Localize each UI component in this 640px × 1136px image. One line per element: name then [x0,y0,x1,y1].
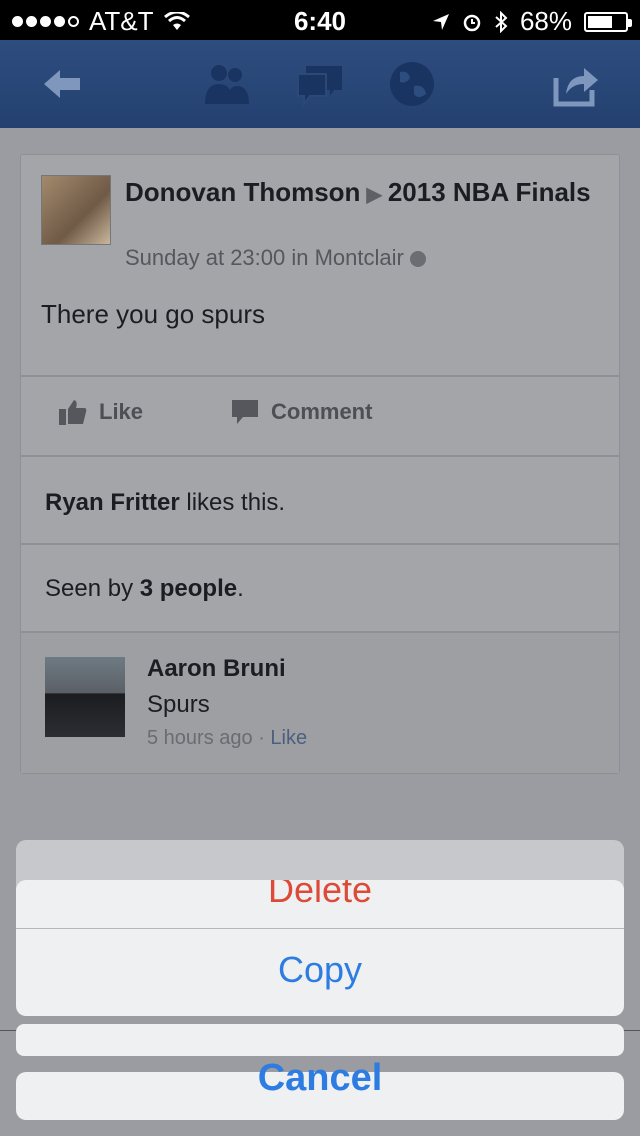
divider [21,455,619,457]
comment-label: Comment [271,399,373,424]
delete-button[interactable]: Delete [16,880,624,928]
nav-bar [0,40,640,128]
comment-meta-separator: · [252,727,271,749]
comment-meta: 5 hours ago · Like [147,727,307,750]
friends-icon[interactable] [202,60,250,108]
copy-button[interactable]: Copy [16,936,624,1004]
author-name[interactable]: Donovan Thomson [125,177,360,207]
divider [21,543,619,545]
alarm-icon [463,14,481,31]
seen-prefix: Seen by [45,575,140,602]
location-icon [432,13,449,30]
share-icon[interactable] [552,60,600,108]
like-button[interactable]: Like [59,399,143,425]
divider [21,375,619,377]
comment-text: Spurs [147,691,210,718]
likes-summary: Ryan Fritter likes this. [45,489,285,517]
author-avatar[interactable] [41,175,111,245]
battery-percent: 68% [519,6,572,36]
post-text: There you go spurs [41,299,266,329]
globe-icon[interactable] [388,60,436,108]
comment-button[interactable]: Comment [231,399,372,425]
like-label: Like [99,399,144,424]
bluetooth-icon [495,10,508,33]
comment-like-link[interactable]: Like [270,727,307,749]
likes-suffix: likes this. [179,489,286,516]
post-target[interactable]: 2013 NBA Finals [388,177,591,207]
post-meta: Sunday at 23:00 in Montclair [125,245,426,271]
post-meta-text: Sunday at 23:00 in Montclair [125,245,404,270]
comment-bubble-icon [232,400,258,424]
comment-time: 5 hours ago [147,727,253,749]
liker-name[interactable]: Ryan Fritter [45,489,180,516]
sheet-separator [16,928,624,929]
post-header: Donovan Thomson ▶ 2013 NBA Finals [125,175,595,212]
cancel-button[interactable]: Cancel [16,1048,624,1108]
arrow-right-icon: ▶ [366,184,382,206]
commenter-name[interactable]: Aaron Bruni [147,655,286,683]
seen-suffix: . [237,575,244,602]
seen-by: Seen by 3 people. [45,575,244,603]
seen-count[interactable]: 3 people [140,575,237,602]
privacy-globe-icon [409,251,426,268]
battery-icon [584,11,632,32]
status-bar: AT&T 6:40 68% [0,0,640,40]
action-sheet: Delete Copy [16,880,624,1016]
back-arrow-icon[interactable] [38,60,86,108]
post-card: Donovan Thomson ▶ 2013 NBA Finals Sunday a… [20,154,620,774]
comment-item: Aaron Bruni Spurs 5 hours ago · Like [21,633,619,773]
commenter-avatar[interactable] [45,657,125,737]
messages-icon[interactable] [296,60,344,108]
thumbs-up-icon [59,400,87,425]
